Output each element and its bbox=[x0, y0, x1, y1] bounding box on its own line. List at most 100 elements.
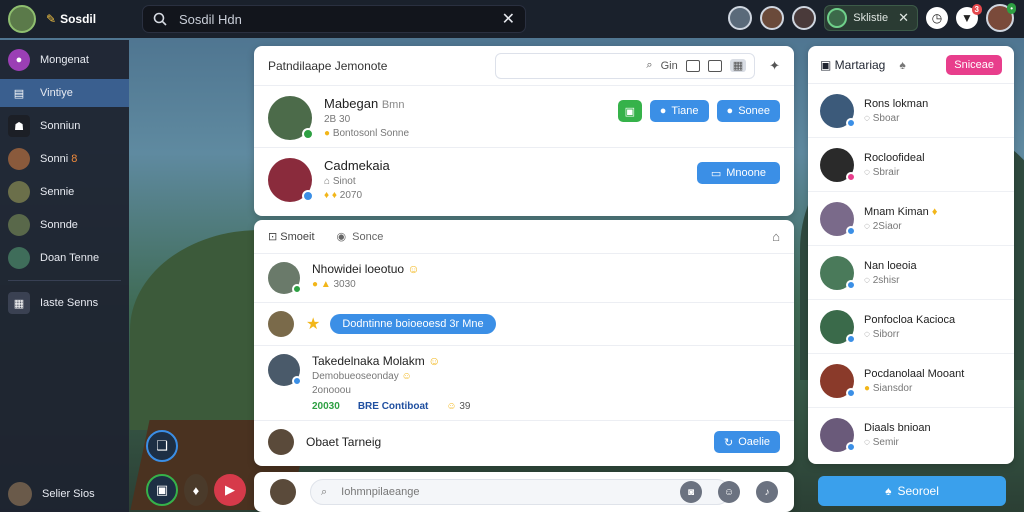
contact-item[interactable]: Ponfocloa Kacioca ◌ Siborr bbox=[808, 300, 1014, 354]
person-name: Mabegan Bmn bbox=[324, 96, 405, 111]
feed-tab[interactable]: ⊡ Smoeit bbox=[268, 230, 315, 243]
sidebar-item-0[interactable]: ● Mongenat bbox=[0, 46, 129, 74]
contacts-header: ▣ Martariag ♠ Sniceae bbox=[808, 46, 1014, 84]
friend-avatar[interactable] bbox=[760, 6, 785, 30]
active-chip[interactable]: Sklistie ✕ bbox=[824, 5, 918, 31]
contact-info: Rocloofideal ◌ Sbrair bbox=[864, 151, 925, 178]
sidebar-item-6[interactable]: Doan Tenne bbox=[0, 244, 129, 272]
contact-item[interactable]: Rocloofideal ◌ Sbrair bbox=[808, 138, 1014, 192]
compose-avatar bbox=[270, 479, 296, 505]
person-name: Cadmekaia bbox=[324, 158, 390, 173]
notification-badge: 3 bbox=[971, 4, 982, 15]
window-icon[interactable] bbox=[707, 59, 722, 72]
settings-icon[interactable]: ✦ bbox=[769, 58, 780, 74]
sidebar-item-5[interactable]: Sonnde bbox=[0, 211, 129, 239]
contact-item[interactable]: Mnam Kiman ♦ ◌ 2Siaor bbox=[808, 192, 1014, 246]
status-dot bbox=[846, 387, 856, 398]
person-row[interactable]: Mabegan Bmn 2B 30 ● Bontosonl Sonne ▣ ● … bbox=[254, 86, 794, 148]
clock-icon[interactable]: ◷ bbox=[926, 7, 948, 29]
feed-panel: ⊡ Smoeit ◉ Sonce ⌂ Nhowidei loeotuo ☺ ● … bbox=[254, 220, 794, 466]
brand-icon: ✎ bbox=[46, 12, 57, 26]
feed-stats: 20030 BRE Contiboat ☺ 39 bbox=[312, 401, 470, 412]
feed-name: Nhowidei loeotuo ☺ bbox=[312, 262, 420, 276]
sidebar-item-extra[interactable]: ▦ Iaste Senns bbox=[0, 289, 129, 317]
home-icon[interactable]: ⌂ bbox=[772, 229, 780, 244]
brand[interactable]: ✎ Sosdil bbox=[8, 5, 96, 33]
compose-input[interactable]: ⌕ Iohmnpilaeange bbox=[310, 479, 730, 505]
sidebar-item-label: Sennie bbox=[40, 186, 75, 198]
feed-item[interactable]: Obaet Tarneig ↻ Oaelie bbox=[254, 421, 794, 463]
people-icon: ☗ bbox=[8, 115, 30, 137]
camera-icon[interactable]: ◙ bbox=[680, 481, 702, 503]
status-dot bbox=[846, 279, 856, 290]
panel-search[interactable]: ⌕ Gin ▦ bbox=[495, 52, 756, 79]
status-dot bbox=[302, 190, 314, 202]
feed-sub: Demobueoseonday ☺ bbox=[312, 371, 412, 382]
action-button[interactable]: ● Tiane bbox=[649, 100, 709, 122]
feed-item[interactable]: ★ Dodntinne boioeoesd 3r Mne bbox=[254, 303, 794, 346]
friend-avatar[interactable] bbox=[792, 6, 817, 30]
people-panel: Patndilaape Jemonote ⌕ Gin ▦ ✦ Mabegan B… bbox=[254, 46, 794, 216]
chip-avatar bbox=[827, 8, 848, 28]
sidebar-item-4[interactable]: Sennie bbox=[0, 178, 129, 206]
contact-item[interactable]: Nan loeoia ◌ 2shisr bbox=[808, 246, 1014, 300]
panel-header: Patndilaape Jemonote ⌕ Gin ▦ ✦ bbox=[254, 46, 794, 86]
person-info: Mabegan Bmn 2B 30 ● Bontosonl Sonne bbox=[324, 96, 409, 139]
global-search[interactable]: Sosdil Hdn ✕ bbox=[142, 5, 526, 33]
fire-fab[interactable]: ♦ bbox=[184, 474, 208, 506]
sidebar-footer[interactable]: Selier Sios bbox=[8, 482, 95, 506]
close-icon[interactable]: ✕ bbox=[898, 10, 909, 26]
action-button[interactable]: ● Sonee bbox=[716, 100, 780, 122]
contact-avatar bbox=[820, 147, 856, 182]
grid-icon[interactable]: ▦ bbox=[729, 59, 747, 72]
message-button[interactable]: ▣ bbox=[617, 100, 642, 122]
user-avatar[interactable] bbox=[8, 5, 36, 33]
game-fab[interactable]: ▣ bbox=[146, 474, 178, 506]
window-icon[interactable] bbox=[685, 59, 700, 72]
sidebar-item-label: Vintiye bbox=[40, 87, 73, 99]
mic-icon[interactable]: ♪ bbox=[756, 481, 778, 503]
feed-action-button[interactable]: ↻ Oaelie bbox=[713, 431, 780, 453]
feed-item[interactable]: Takedelnaka Molakm ☺ Demobueoseonday ☺ 2… bbox=[254, 346, 794, 421]
sidebar-item-label: Mongenat bbox=[40, 54, 89, 66]
person-avatar bbox=[268, 158, 314, 202]
sidebar-item-1[interactable]: ▤ Vintiye bbox=[0, 79, 129, 107]
notification-icon[interactable]: ▼ 3 bbox=[956, 4, 982, 29]
contact-avatar bbox=[820, 418, 856, 452]
feed-header: ⊡ Smoeit ◉ Sonce ⌂ bbox=[254, 220, 794, 254]
feed-tab[interactable]: ◉ Sonce bbox=[337, 230, 384, 244]
contact-item[interactable]: Diaals bnioan ◌ Semir bbox=[808, 408, 1014, 462]
contact-info: Nan loeoia ◌ 2shisr bbox=[864, 259, 917, 286]
feed-sub: 2onooou bbox=[312, 385, 351, 396]
sidebar-item-2[interactable]: ☗ Sonniun bbox=[0, 112, 129, 140]
sidebar-item-3[interactable]: Sonni 8 bbox=[0, 145, 129, 173]
status-dot bbox=[846, 117, 856, 128]
profile-avatar[interactable]: • bbox=[986, 3, 1016, 32]
bell-icon[interactable]: ♠ bbox=[899, 58, 905, 72]
join-button[interactable]: ♠ Seoroel bbox=[818, 476, 1006, 506]
contact-item[interactable]: Rons lokman ◌ Sboar bbox=[808, 84, 1014, 138]
search-icon: ⌕ bbox=[646, 59, 653, 71]
emoji-icon[interactable]: ☺ bbox=[718, 481, 740, 503]
status-dot bbox=[846, 333, 856, 344]
invite-button[interactable]: Sniceae bbox=[946, 54, 1002, 75]
play-fab[interactable]: ▶ bbox=[214, 474, 246, 506]
status-dot bbox=[846, 171, 856, 182]
person-status: ● Bontosonl Sonne bbox=[324, 128, 409, 139]
person-row[interactable]: Cadmekaia ⌂ Sinot ♦ ♦ 2070 ▭ Mnoone bbox=[254, 148, 794, 210]
action-button[interactable]: ▭ Mnoone bbox=[696, 162, 780, 184]
feed-item[interactable]: Nhowidei loeotuo ☺ ● ▲ 3030 bbox=[254, 254, 794, 303]
person-info: Cadmekaia ⌂ Sinot ♦ ♦ 2070 bbox=[324, 158, 390, 201]
friend-avatar[interactable] bbox=[728, 6, 753, 30]
close-icon[interactable]: ✕ bbox=[502, 9, 515, 29]
feed-name: Obaet Tarneig bbox=[306, 435, 382, 449]
chat-fab[interactable]: ❑ bbox=[146, 430, 178, 462]
sidebar-item-label: Sonni 8 bbox=[40, 153, 78, 165]
row-actions: ▣ ● Tiane ● Sonee bbox=[617, 100, 780, 122]
contact-item[interactable]: Pocdanolaal Mooant ● Siansdor bbox=[808, 354, 1014, 408]
row-actions: ▭ Mnoone bbox=[696, 162, 780, 184]
panel-search-text: Gin bbox=[660, 59, 678, 72]
contact-info: Rons lokman ◌ Sboar bbox=[864, 97, 929, 124]
message-bubble[interactable]: Dodntinne boioeoesd 3r Mne bbox=[330, 314, 496, 334]
stat-count: ☺ 39 bbox=[446, 401, 471, 412]
